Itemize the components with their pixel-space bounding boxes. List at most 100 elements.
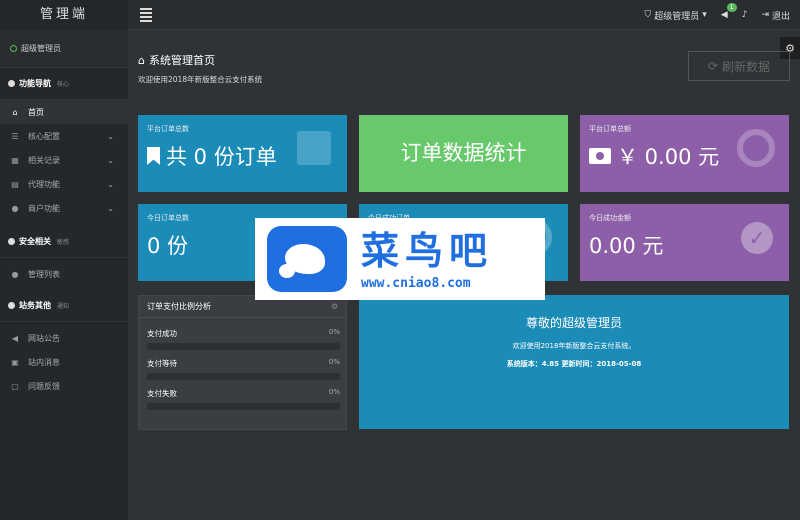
sidebar-item-messages[interactable]: ▣ 站内消息 xyxy=(0,350,128,374)
card-value: 共 0 份订单 xyxy=(147,141,277,171)
stats-card[interactable]: 订单数据统计 xyxy=(359,115,568,192)
panel-title: 订单支付比例分析 xyxy=(147,302,211,311)
refresh-button[interactable]: ⟳ 刷新数据 xyxy=(688,51,790,81)
stats-title: 订单数据统计 xyxy=(400,141,527,165)
logout-icon: ⇥ xyxy=(761,10,769,20)
stat-row: 支付失败 0% xyxy=(147,388,340,410)
section-title: 安全相关 xyxy=(19,237,51,246)
card-label: 平台订单总数 xyxy=(147,125,189,133)
circle-icon xyxy=(8,238,15,245)
welcome-panel: 尊敬的超级管理员 欢迎使用2018年新版整合云支付系统。 系统版本：4.85 更… xyxy=(359,295,789,429)
calendar-icon: ▦ xyxy=(11,155,19,165)
stat-row: 支付成功 0% xyxy=(147,328,340,350)
sidebar-item-label: 相关记录 xyxy=(28,155,60,165)
card-value: ￥ 0.00 元 xyxy=(589,141,719,171)
logout-button[interactable]: ⇥ 退出 xyxy=(761,9,790,22)
sidebar-user: 超级管理员 xyxy=(0,30,128,68)
chevron-down-icon: ⌄ xyxy=(107,179,114,189)
today-amount-card: 今日成功金额 0.00 元 ✓ xyxy=(580,204,789,281)
sidebar-item-label: 代理功能 xyxy=(28,179,60,189)
th-icon: ▤ xyxy=(11,179,19,189)
sidebar-section-other: 站务其他 通知 xyxy=(0,290,128,322)
section-sub: 敏感 xyxy=(57,239,70,246)
check-circle-icon: ✓ xyxy=(741,222,773,254)
total-orders-value: 共 0 份订单 xyxy=(166,145,277,169)
welcome-title: 尊敬的超级管理员 xyxy=(525,316,622,330)
notify-button[interactable]: ◀ 1 xyxy=(720,3,737,20)
welcome-subtitle: 欢迎使用2018年新版整合云支付系统。 xyxy=(512,342,636,350)
sidebar-item-announcement[interactable]: ◀ 网站公告 xyxy=(0,326,128,350)
sidebar-item-feedback[interactable]: ▢ 问题反馈 xyxy=(0,374,128,398)
progress-bar xyxy=(147,403,340,410)
sidebar-section-nav: 功能导航 核心 xyxy=(0,68,128,100)
logout-label: 退出 xyxy=(771,11,790,22)
user-icon: ● xyxy=(11,203,19,213)
page-title: ⌂ 系统管理首页 xyxy=(138,52,262,68)
page-subtitle: 欢迎使用2018年新版整合云支付系统 xyxy=(138,75,263,84)
online-status-icon xyxy=(10,45,17,52)
stat-label: 支付成功 xyxy=(147,329,177,338)
sidebar: 超级管理员 功能导航 核心 ⌂ 首页 ☰ 核心配置 ⌄ ▦ 相关记录 ⌄ ▤ 代… xyxy=(0,30,128,520)
top-bar: 管理端 ⛉ 超级管理员 ▾ ◀ 1 ♪ ⇥ 退出 xyxy=(0,0,800,30)
volume-icon: ◀ xyxy=(11,333,19,343)
sidebar-item-records[interactable]: ▦ 相关记录 ⌄ xyxy=(0,148,128,172)
notify-badge: 1 xyxy=(726,3,737,12)
shield-icon: ⛉ xyxy=(644,10,652,20)
menu-toggle-icon[interactable] xyxy=(140,8,152,22)
card-label: 今日成功金额 xyxy=(589,214,631,222)
watermark-text: 菜鸟吧 www.cniao8.com xyxy=(361,228,493,291)
sidebar-item-agent[interactable]: ▤ 代理功能 ⌄ xyxy=(0,172,128,196)
card-label: 今日订单总数 xyxy=(147,214,189,222)
sidebar-item-label: 站内消息 xyxy=(28,357,60,367)
watermark-logo: 菜鸟吧 www.cniao8.com xyxy=(255,218,545,300)
refresh-icon: ⟳ xyxy=(707,59,719,73)
money-icon xyxy=(589,148,611,164)
progress-bar xyxy=(147,343,340,350)
circle-icon xyxy=(8,302,15,309)
chevron-down-icon: ⌄ xyxy=(107,203,114,213)
sidebar-section-security: 安全相关 敏感 xyxy=(0,226,128,258)
stat-row: 支付等待 0% xyxy=(147,358,340,380)
sidebar-item-label: 管理列表 xyxy=(28,269,60,279)
caret-down-icon: ▾ xyxy=(702,10,707,20)
section-sub: 通知 xyxy=(57,303,70,310)
bookmark-icon xyxy=(147,147,160,165)
sidebar-item-label: 商户功能 xyxy=(28,203,60,213)
card-deco-icon xyxy=(297,131,331,165)
stat-label: 支付等待 xyxy=(147,359,177,368)
page-header: ⌂ 系统管理首页 欢迎使用2018年新版整合云支付系统 xyxy=(138,52,262,85)
users-icon: ● xyxy=(11,269,19,279)
comment-icon: ▢ xyxy=(11,381,19,391)
version-info: 系统版本：4.85 更新时间：2018-05-08 xyxy=(506,360,642,368)
sidebar-item-label: 问题反馈 xyxy=(28,381,60,391)
total-amount-value: ￥ 0.00 元 xyxy=(617,145,720,169)
volume-icon: ◀ xyxy=(720,10,728,20)
sidebar-item-core-config[interactable]: ☰ 核心配置 ⌄ xyxy=(0,124,128,148)
total-amount-card: 平台订单总额 ￥ 0.00 元 xyxy=(580,115,789,192)
stat-pct: 0% xyxy=(328,328,340,336)
section-title: 站务其他 xyxy=(19,301,51,310)
bell-icon: ♪ xyxy=(741,10,748,20)
chevron-down-icon: ⌄ xyxy=(107,131,114,141)
user-menu[interactable]: ⛉ 超级管理员 ▾ xyxy=(644,9,706,22)
pay-ratio-panel: 订单支付比例分析 ⚙ 支付成功 0% 支付等待 0% 支付失败 0% xyxy=(138,295,347,430)
sliders-icon: ☰ xyxy=(11,131,19,141)
user-menu-label: 超级管理员 xyxy=(654,11,700,22)
refresh-label: 刷新数据 xyxy=(722,59,771,74)
section-sub: 核心 xyxy=(57,81,70,88)
stat-pct: 0% xyxy=(328,358,340,366)
circle-icon xyxy=(8,80,15,87)
stat-pct: 0% xyxy=(328,388,340,396)
page-title-text: 系统管理首页 xyxy=(148,54,215,67)
section-title: 功能导航 xyxy=(19,79,51,88)
sidebar-item-merchant[interactable]: ● 商户功能 ⌄ xyxy=(0,196,128,220)
brand-logo: 管理端 xyxy=(0,0,128,30)
progress-bar xyxy=(147,373,340,380)
card-label: 平台订单总额 xyxy=(589,125,631,133)
today-orders-value: 0 份 xyxy=(147,234,189,258)
bell-button[interactable]: ♪ xyxy=(742,10,748,20)
sidebar-item-admin-list[interactable]: ● 管理列表 xyxy=(0,262,128,286)
today-amount-value: 0.00 元 xyxy=(589,234,664,258)
gear-icon[interactable]: ⚙ xyxy=(331,302,338,311)
sidebar-item-home[interactable]: ⌂ 首页 xyxy=(0,100,128,124)
